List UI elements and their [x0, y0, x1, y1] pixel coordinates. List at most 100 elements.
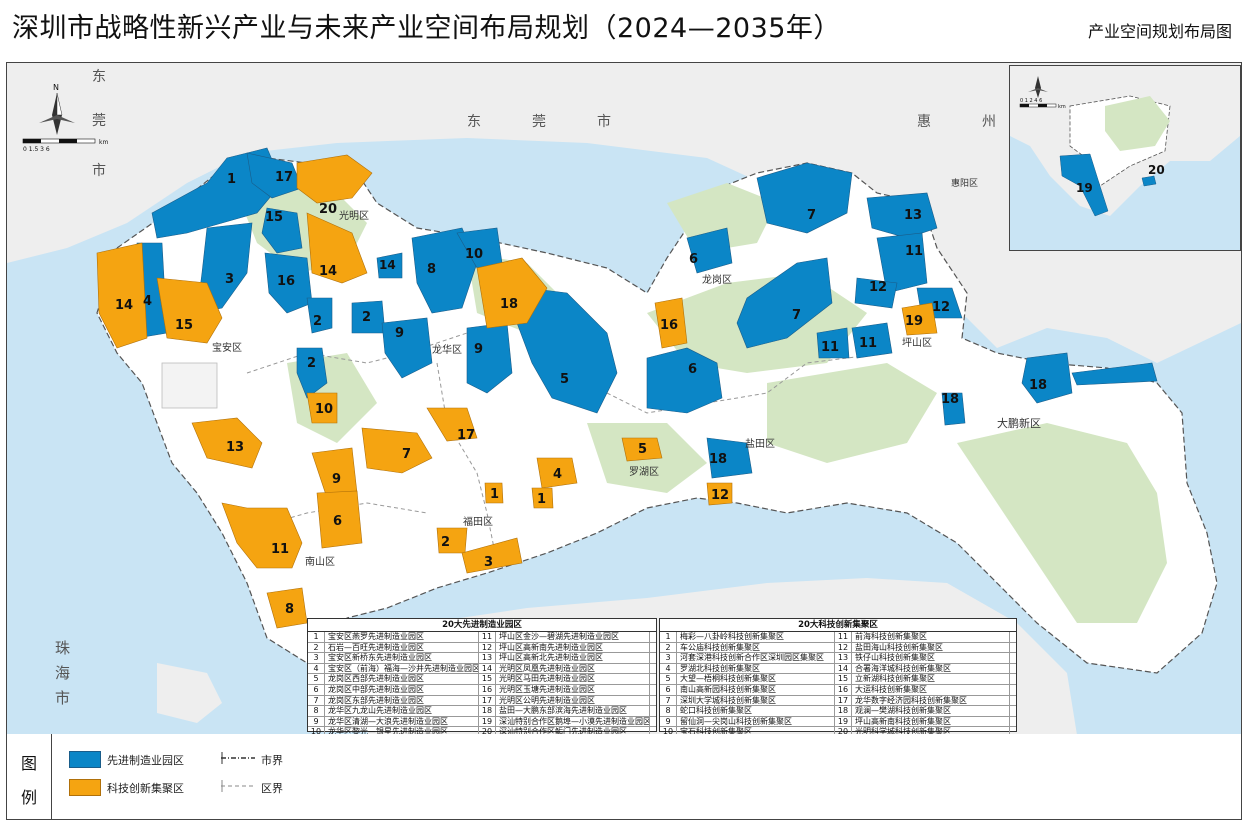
innovation-swatch [69, 779, 101, 796]
row-name: 龙华区九龙山先进制造业园区 [325, 706, 479, 716]
legend-district-boundary: 区界 [261, 782, 283, 795]
row-name: 坪山区高新南先进制造业园区 [496, 642, 650, 653]
row-number: 4 [308, 663, 325, 674]
innov-label: 14 [115, 298, 133, 313]
inset-mfg-label: 20 [1148, 163, 1165, 177]
mfg-label: 6 [689, 252, 698, 267]
table-row: 9 留仙洞—尖岗山科技创新集聚区 19 坪山高新南科技创新集聚区 [660, 716, 1016, 728]
mfg-label: 2 [362, 310, 371, 325]
row-name: 盐田—大鹏东部滨海先进制造业园区 [496, 706, 650, 716]
table-row: 1 梅彩—八卦岭科技创新集聚区 11 前海科技创新集聚区 [660, 632, 1016, 643]
innov-label: 3 [484, 555, 493, 570]
innov-label: 17 [457, 428, 475, 443]
svg-text:km: km [99, 139, 108, 146]
row-name: 深圳大学城科技创新集聚区 [677, 695, 835, 706]
district-label: 福田区 [463, 515, 493, 528]
innov-label: 1 [537, 492, 546, 507]
city-boundary-swatch [221, 752, 255, 764]
mfg-label: 11 [821, 340, 839, 355]
row-number: 19 [835, 716, 852, 727]
district-label: 盐田区 [745, 437, 775, 450]
table-header: 20大先进制造业园区 [308, 619, 656, 632]
row-number: 8 [308, 706, 325, 716]
mfg-label: 2 [313, 314, 322, 329]
table-row: 6 龙岗区中部先进制造业园区 16 光明区玉塘先进制造业园区 [308, 684, 656, 696]
row-number: 2 [308, 642, 325, 653]
row-number: 13 [835, 653, 852, 663]
map-title: 深圳市战略性新兴产业与未来产业空间布局规划（2024—2035年） [12, 13, 841, 44]
place-label: 惠阳区 [951, 177, 978, 189]
mfg-label: 18 [709, 452, 727, 467]
row-number: 12 [835, 642, 852, 653]
mfg-label: 1 [227, 172, 236, 187]
place-label: 东 [467, 114, 481, 130]
mfg-label: 4 [143, 294, 152, 309]
row-name: 车公庙科技创新集聚区 [677, 642, 835, 653]
innov-label: 12 [711, 488, 729, 503]
row-name: 光明区马田先进制造业园区 [496, 674, 650, 684]
row-name: 光明区玉塘先进制造业园区 [496, 684, 650, 695]
table-row: 7 深圳大学城科技创新集聚区 17 龙华数字经济园科技创新集聚区 [660, 695, 1016, 707]
table-row: 4 罗湖北科技创新集聚区 14 合署海洋城科技创新集聚区 [660, 663, 1016, 675]
mfg-label: 10 [465, 247, 483, 262]
table-row: 7 龙岗区东部先进制造业园区 17 光明区公明先进制造业园区 [308, 695, 656, 707]
innov-label: 18 [500, 297, 518, 312]
place-label: 州 [982, 114, 996, 130]
innov-label: 20 [319, 202, 337, 217]
innov-label: 8 [285, 602, 294, 617]
mfg-label: 6 [688, 362, 697, 377]
innov-label: 9 [332, 472, 341, 487]
mfg-label: 11 [905, 244, 923, 259]
place-label: 市 [92, 162, 106, 179]
row-name: 盐田海山科技创新集聚区 [852, 642, 1010, 653]
table-row: 1 宝安区燕罗先进制造业园区 11 坪山区金沙—碧湖先进制造业园区 [308, 632, 656, 643]
manufacturing-swatch [69, 751, 101, 768]
mfg-label: 7 [807, 208, 816, 223]
row-number: 11 [479, 632, 496, 642]
svg-text:0 1.5 3 6: 0 1.5 3 6 [23, 146, 50, 153]
row-name: 观澜—樊湖科技创新集聚区 [852, 706, 1010, 716]
row-name: 留仙洞—尖岗山科技创新集聚区 [677, 716, 835, 727]
innovation-table: 20大科技创新集聚区 1 梅彩—八卦岭科技创新集聚区 11 前海科技创新集聚区 2 车公庙… [659, 618, 1017, 735]
row-number: 15 [835, 674, 852, 684]
innov-label: 2 [441, 535, 450, 550]
place-label: 珠 [55, 639, 70, 657]
place-label: 东 [92, 69, 106, 85]
legend-manufacturing: 先进制造业园区 [107, 754, 184, 767]
mfg-label: 18 [941, 392, 959, 407]
mfg-label: 9 [474, 342, 483, 357]
row-number: 19 [479, 716, 496, 727]
table-row: 3 宝安区新桥东先进制造业园区 13 坪山区高新北先进制造业园区 [308, 653, 656, 664]
row-name: 光明区凤凰先进制造业园区 [496, 663, 650, 674]
legend-title: 图 例 [7, 734, 52, 819]
row-name: 蛇口科技创新集聚区 [677, 706, 835, 716]
row-number: 17 [835, 695, 852, 706]
row-name: 南山高新园科技创新集聚区 [677, 684, 835, 695]
map-frame[interactable]: 1 17 15 20 3 16 14 14 4 15 2 2 9 2 8 14 … [6, 62, 1242, 736]
table-row: 2 车公庙科技创新集聚区 12 盐田海山科技创新集聚区 [660, 642, 1016, 654]
row-name: 龙华区清湖—大浪先进制造业园区 [325, 716, 479, 727]
row-number: 7 [660, 695, 677, 706]
svg-text:km: km [1058, 104, 1066, 110]
row-number: 7 [308, 695, 325, 706]
svg-text:N: N [53, 83, 59, 92]
mfg-label: 14 [379, 258, 396, 272]
row-number: 13 [479, 653, 496, 663]
mfg-label: 9 [395, 326, 404, 341]
place-label: 市 [597, 113, 611, 130]
row-number: 17 [479, 695, 496, 706]
row-name: 立新湖科技创新集聚区 [852, 674, 1010, 684]
mfg-label: 5 [560, 372, 569, 387]
row-name: 龙岗区东部先进制造业园区 [325, 695, 479, 706]
inset-mfg-label: 19 [1076, 181, 1093, 195]
row-number: 8 [660, 706, 677, 716]
row-name: 龙岗区中部先进制造业园区 [325, 684, 479, 695]
innov-label: 5 [638, 442, 647, 457]
innov-label: 4 [553, 467, 562, 482]
legend-city-boundary: 市界 [261, 754, 283, 767]
place-label: 莞 [92, 113, 106, 129]
innov-label: 15 [175, 318, 193, 333]
innov-label: 10 [315, 402, 333, 417]
row-number: 6 [660, 684, 677, 695]
mfg-label: 15 [265, 210, 283, 225]
